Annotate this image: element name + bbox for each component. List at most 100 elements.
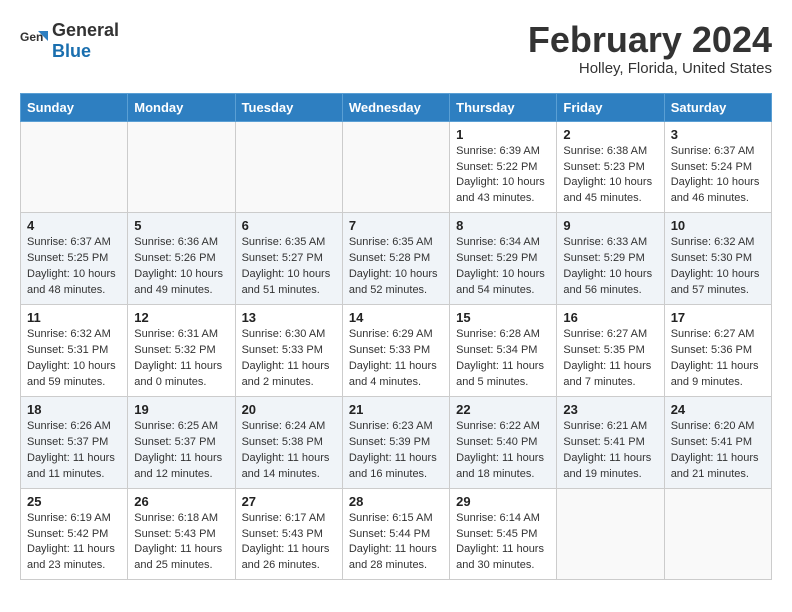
day-number: 19 (134, 402, 228, 417)
day-detail: Sunrise: 6:29 AM Sunset: 5:33 PM Dayligh… (349, 327, 443, 391)
calendar-day-cell (557, 488, 664, 580)
calendar-day-cell: 8 Sunrise: 6:34 AM Sunset: 5:29 PM Daylig… (450, 213, 557, 305)
calendar-day-cell: 9 Sunrise: 6:33 AM Sunset: 5:29 PM Daylig… (557, 213, 664, 305)
day-number: 12 (134, 310, 228, 325)
calendar-day-cell: 2 Sunrise: 6:38 AM Sunset: 5:23 PM Daylig… (557, 121, 664, 213)
day-detail: Sunrise: 6:28 AM Sunset: 5:34 PM Dayligh… (456, 327, 550, 391)
calendar-week-row: 11 Sunrise: 6:32 AM Sunset: 5:31 PM Dayli… (21, 305, 772, 397)
day-number: 15 (456, 310, 550, 325)
day-number: 1 (456, 127, 550, 142)
day-detail: Sunrise: 6:33 AM Sunset: 5:29 PM Dayligh… (563, 235, 657, 299)
calendar-day-cell (664, 488, 771, 580)
day-detail: Sunrise: 6:31 AM Sunset: 5:32 PM Dayligh… (134, 327, 228, 391)
day-number: 14 (349, 310, 443, 325)
day-number: 20 (242, 402, 336, 417)
calendar-day-cell: 24Sunrise: 6:20 AM Sunset: 5:41 PM Dayli… (664, 396, 771, 488)
calendar-day-cell: 4 Sunrise: 6:37 AM Sunset: 5:25 PM Daylig… (21, 213, 128, 305)
day-detail: Sunrise: 6:38 AM Sunset: 5:23 PM Dayligh… (563, 144, 657, 208)
day-number: 24 (671, 402, 765, 417)
calendar-weekday-sunday: Sunday (21, 93, 128, 121)
calendar-day-cell: 1Sunrise: 6:39 AM Sunset: 5:22 PM Daylig… (450, 121, 557, 213)
day-number: 16 (563, 310, 657, 325)
day-number: 11 (27, 310, 121, 325)
day-detail: Sunrise: 6:19 AM Sunset: 5:42 PM Dayligh… (27, 511, 121, 575)
calendar-day-cell (128, 121, 235, 213)
calendar-day-cell: 10Sunrise: 6:32 AM Sunset: 5:30 PM Dayli… (664, 213, 771, 305)
calendar-weekday-monday: Monday (128, 93, 235, 121)
calendar-day-cell: 29 Sunrise: 6:14 AM Sunset: 5:45 PM Dayli… (450, 488, 557, 580)
day-number: 28 (349, 494, 443, 509)
day-number: 27 (242, 494, 336, 509)
day-detail: Sunrise: 6:27 AM Sunset: 5:35 PM Dayligh… (563, 327, 657, 391)
calendar-day-cell: 27 Sunrise: 6:17 AM Sunset: 5:43 PM Dayli… (235, 488, 342, 580)
day-detail: Sunrise: 6:25 AM Sunset: 5:37 PM Dayligh… (134, 419, 228, 483)
calendar-day-cell: 5 Sunrise: 6:36 AM Sunset: 5:26 PM Daylig… (128, 213, 235, 305)
calendar-day-cell: 6 Sunrise: 6:35 AM Sunset: 5:27 PM Daylig… (235, 213, 342, 305)
day-number: 23 (563, 402, 657, 417)
logo: Gen General Blue (20, 20, 119, 62)
calendar-table: SundayMondayTuesdayWednesdayThursdayFrid… (20, 93, 772, 581)
day-number: 21 (349, 402, 443, 417)
day-number: 4 (27, 218, 121, 233)
calendar-day-cell: 22 Sunrise: 6:22 AM Sunset: 5:40 PM Dayli… (450, 396, 557, 488)
day-number: 29 (456, 494, 550, 509)
day-number: 6 (242, 218, 336, 233)
main-title: February 2024 (528, 20, 772, 60)
day-number: 2 (563, 127, 657, 142)
calendar-day-cell: 16 Sunrise: 6:27 AM Sunset: 5:35 PM Dayli… (557, 305, 664, 397)
calendar-weekday-thursday: Thursday (450, 93, 557, 121)
day-number: 9 (563, 218, 657, 233)
day-number: 7 (349, 218, 443, 233)
day-number: 10 (671, 218, 765, 233)
calendar-week-row: 18 Sunrise: 6:26 AM Sunset: 5:37 PM Dayli… (21, 396, 772, 488)
day-detail: Sunrise: 6:37 AM Sunset: 5:24 PM Dayligh… (671, 144, 765, 208)
calendar-day-cell: 21 Sunrise: 6:23 AM Sunset: 5:39 PM Dayli… (342, 396, 449, 488)
calendar-weekday-friday: Friday (557, 93, 664, 121)
day-detail: Sunrise: 6:32 AM Sunset: 5:31 PM Dayligh… (27, 327, 121, 391)
day-detail: Sunrise: 6:18 AM Sunset: 5:43 PM Dayligh… (134, 511, 228, 575)
day-number: 8 (456, 218, 550, 233)
calendar-day-cell: 20 Sunrise: 6:24 AM Sunset: 5:38 PM Dayli… (235, 396, 342, 488)
day-detail: Sunrise: 6:37 AM Sunset: 5:25 PM Dayligh… (27, 235, 121, 299)
title-area: February 2024 Holley, Florida, United St… (528, 20, 772, 77)
calendar-day-cell: 12 Sunrise: 6:31 AM Sunset: 5:32 PM Dayli… (128, 305, 235, 397)
calendar-day-cell: 17 Sunrise: 6:27 AM Sunset: 5:36 PM Dayli… (664, 305, 771, 397)
day-number: 18 (27, 402, 121, 417)
day-detail: Sunrise: 6:21 AM Sunset: 5:41 PM Dayligh… (563, 419, 657, 483)
page-header: Gen General Blue February 2024 Holley, F… (20, 20, 772, 77)
day-number: 17 (671, 310, 765, 325)
day-number: 25 (27, 494, 121, 509)
day-detail: Sunrise: 6:27 AM Sunset: 5:36 PM Dayligh… (671, 327, 765, 391)
calendar-body: 1Sunrise: 6:39 AM Sunset: 5:22 PM Daylig… (21, 121, 772, 580)
day-detail: Sunrise: 6:23 AM Sunset: 5:39 PM Dayligh… (349, 419, 443, 483)
day-detail: Sunrise: 6:34 AM Sunset: 5:29 PM Dayligh… (456, 235, 550, 299)
calendar-weekday-wednesday: Wednesday (342, 93, 449, 121)
day-detail: Sunrise: 6:15 AM Sunset: 5:44 PM Dayligh… (349, 511, 443, 575)
day-detail: Sunrise: 6:36 AM Sunset: 5:26 PM Dayligh… (134, 235, 228, 299)
day-detail: Sunrise: 6:22 AM Sunset: 5:40 PM Dayligh… (456, 419, 550, 483)
day-detail: Sunrise: 6:24 AM Sunset: 5:38 PM Dayligh… (242, 419, 336, 483)
day-detail: Sunrise: 6:35 AM Sunset: 5:27 PM Dayligh… (242, 235, 336, 299)
calendar-week-row: 1Sunrise: 6:39 AM Sunset: 5:22 PM Daylig… (21, 121, 772, 213)
calendar-weekday-tuesday: Tuesday (235, 93, 342, 121)
calendar-week-row: 25 Sunrise: 6:19 AM Sunset: 5:42 PM Dayli… (21, 488, 772, 580)
logo-general: General (52, 20, 119, 40)
day-number: 3 (671, 127, 765, 142)
day-detail: Sunrise: 6:35 AM Sunset: 5:28 PM Dayligh… (349, 235, 443, 299)
day-number: 5 (134, 218, 228, 233)
calendar-day-cell (21, 121, 128, 213)
logo-blue: Blue (52, 41, 91, 61)
calendar-day-cell: 18 Sunrise: 6:26 AM Sunset: 5:37 PM Dayli… (21, 396, 128, 488)
day-number: 22 (456, 402, 550, 417)
calendar-day-cell: 23 Sunrise: 6:21 AM Sunset: 5:41 PM Dayli… (557, 396, 664, 488)
day-detail: Sunrise: 6:26 AM Sunset: 5:37 PM Dayligh… (27, 419, 121, 483)
day-number: 13 (242, 310, 336, 325)
logo-icon: Gen (20, 27, 48, 55)
calendar-weekday-saturday: Saturday (664, 93, 771, 121)
calendar-day-cell: 11 Sunrise: 6:32 AM Sunset: 5:31 PM Dayli… (21, 305, 128, 397)
calendar-day-cell: 7 Sunrise: 6:35 AM Sunset: 5:28 PM Daylig… (342, 213, 449, 305)
calendar-day-cell: 15 Sunrise: 6:28 AM Sunset: 5:34 PM Dayli… (450, 305, 557, 397)
day-detail: Sunrise: 6:17 AM Sunset: 5:43 PM Dayligh… (242, 511, 336, 575)
day-detail: Sunrise: 6:14 AM Sunset: 5:45 PM Dayligh… (456, 511, 550, 575)
calendar-day-cell (235, 121, 342, 213)
